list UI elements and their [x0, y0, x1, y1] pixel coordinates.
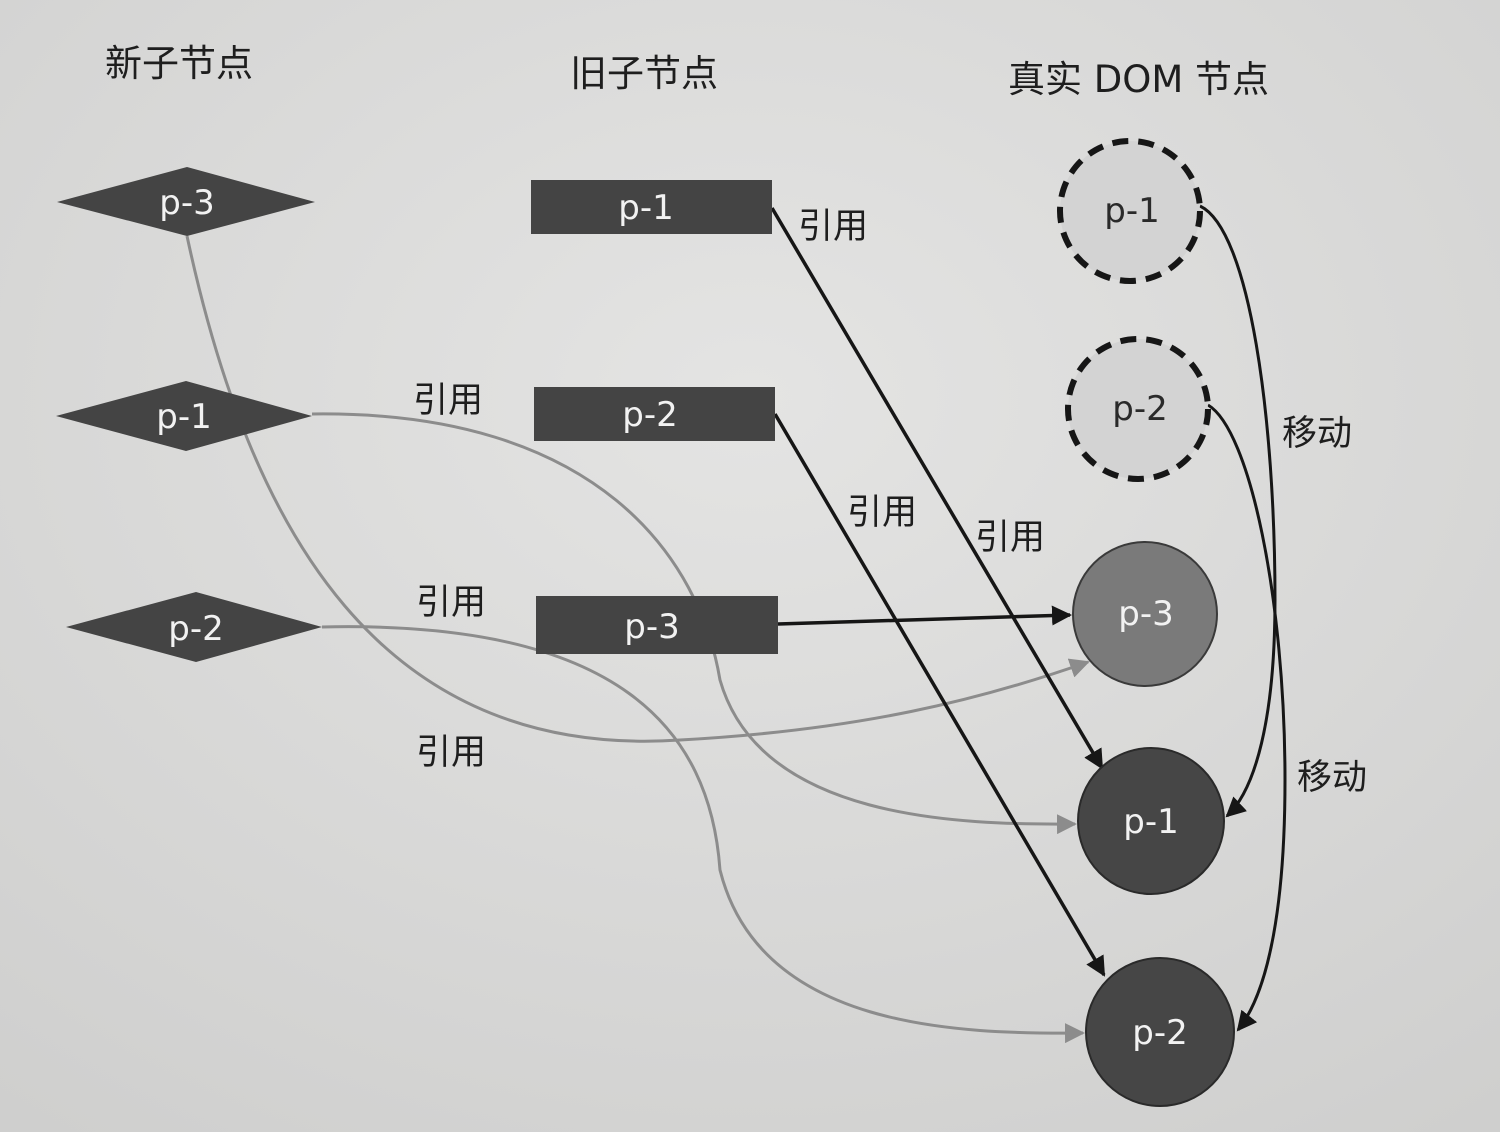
old-node-p2: p-2	[534, 387, 775, 441]
dom-node-p1-label: p-1	[1123, 802, 1178, 842]
new-node-p3-label: p-3	[159, 183, 214, 223]
label-ref-new-p1: 引用	[413, 381, 483, 421]
old-node-p1-label: p-1	[618, 188, 673, 228]
old-node-p2-label: p-2	[622, 395, 677, 435]
heading-new-children: 新子节点	[105, 42, 253, 85]
old-node-p3-label: p-3	[624, 607, 679, 647]
label-ref-old-p1-lower: 引用	[975, 518, 1045, 558]
old-node-p1: p-1	[531, 180, 772, 234]
label-ref-old-p2: 引用	[847, 493, 917, 533]
heading-real-dom: 真实 DOM 节点	[1008, 58, 1269, 101]
dom-node-p2: p-2	[1085, 957, 1235, 1107]
dom-removed-p1-label: p-1	[1104, 191, 1159, 231]
dom-node-p2-label: p-2	[1132, 1013, 1187, 1053]
label-move-p2: 移动	[1297, 758, 1367, 798]
heading-old-children: 旧子节点	[570, 52, 718, 95]
dom-node-p3: p-3	[1072, 541, 1218, 687]
new-node-p2-label: p-2	[168, 609, 223, 649]
dom-removed-p2-label: p-2	[1112, 389, 1167, 429]
dom-node-p1: p-1	[1077, 747, 1225, 895]
old-node-p3: p-3	[536, 596, 778, 654]
label-ref-old-p1: 引用	[798, 207, 868, 247]
dom-removed-p1: p-1	[1057, 138, 1203, 284]
new-node-p1-label: p-1	[156, 397, 211, 437]
label-move-p1: 移动	[1282, 414, 1352, 454]
label-ref-new-p3: 引用	[416, 733, 486, 773]
diagram-canvas: 新子节点 旧子节点 真实 DOM 节点 p-3 p-1 p-2 p-1 p-2 …	[0, 0, 1500, 1132]
label-ref-new-p2: 引用	[416, 583, 486, 623]
dom-removed-p2: p-2	[1065, 336, 1211, 482]
dom-node-p3-label: p-3	[1118, 594, 1173, 634]
